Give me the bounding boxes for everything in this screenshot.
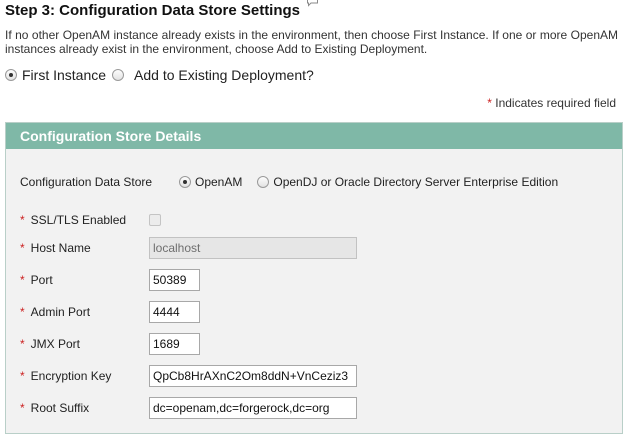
required-note-text: Indicates required field: [495, 96, 616, 110]
configuration-store-panel: Configuration Store Details Configuratio…: [5, 122, 623, 434]
required-marker: *: [20, 305, 25, 319]
port-input[interactable]: 50389: [149, 269, 200, 291]
page-title-text: Step 3: Configuration Data Store Setting…: [5, 2, 301, 19]
page-title: Step 3: Configuration Data Store Setting…: [5, 0, 319, 19]
openam-store-label[interactable]: OpenAM: [195, 175, 242, 189]
encryption-key-row: * Encryption Key QpCb8HrAXnC2Om8ddN+VnCez…: [20, 365, 357, 387]
port-row: * Port 50389: [20, 269, 200, 291]
admin-port-label: * Admin Port: [20, 305, 91, 319]
required-marker: *: [20, 213, 25, 227]
intro-text: If no other OpenAM instance already exis…: [5, 28, 618, 56]
admin-port-input[interactable]: 4444: [149, 301, 200, 323]
admin-port-row: * Admin Port 4444: [20, 301, 200, 323]
config-data-store-row: Configuration Data Store OpenAM OpenDJ o…: [20, 175, 558, 189]
jmx-port-row: * JMX Port 1689: [20, 333, 200, 355]
root-suffix-input[interactable]: dc=openam,dc=forgerock,dc=org: [149, 397, 357, 419]
jmx-port-label: * JMX Port: [20, 337, 81, 351]
add-existing-label[interactable]: Add to Existing Deployment?: [134, 67, 314, 83]
required-marker: *: [20, 369, 25, 383]
speech-bubble-icon[interactable]: [306, 0, 319, 7]
opendj-store-label[interactable]: OpenDJ or Oracle Directory Server Enterp…: [273, 175, 558, 189]
opendj-store-radio[interactable]: [257, 176, 270, 188]
panel-header: Configuration Store Details: [6, 123, 622, 149]
ssl-checkbox[interactable]: [149, 214, 161, 226]
config-data-store-label: Configuration Data Store: [20, 175, 153, 189]
encryption-key-label: * Encryption Key: [20, 369, 112, 383]
host-row: * Host Name localhost: [20, 237, 357, 259]
first-instance-label[interactable]: First Instance: [22, 67, 106, 83]
deployment-mode-group: First Instance Add to Existing Deploymen…: [5, 67, 314, 83]
ssl-row: * SSL/TLS Enabled: [20, 213, 161, 227]
host-label: * Host Name: [20, 241, 91, 255]
required-marker: *: [20, 401, 25, 415]
ssl-label: * SSL/TLS Enabled: [20, 213, 127, 227]
required-marker: *: [487, 96, 492, 110]
required-marker: *: [20, 241, 25, 255]
port-label: * Port: [20, 273, 53, 287]
host-name-input[interactable]: localhost: [149, 237, 357, 259]
add-existing-radio[interactable]: [112, 69, 125, 81]
openam-store-radio[interactable]: [179, 176, 191, 188]
root-suffix-label: * Root Suffix: [20, 401, 90, 415]
encryption-key-input[interactable]: QpCb8HrAXnC2Om8ddN+VnCeziz3: [149, 365, 357, 387]
jmx-port-input[interactable]: 1689: [149, 333, 200, 355]
required-marker: *: [20, 337, 25, 351]
required-marker: *: [20, 273, 25, 287]
required-field-note: * Indicates required field: [487, 96, 616, 110]
root-suffix-row: * Root Suffix dc=openam,dc=forgerock,dc=o…: [20, 397, 357, 419]
first-instance-radio[interactable]: [5, 69, 17, 81]
